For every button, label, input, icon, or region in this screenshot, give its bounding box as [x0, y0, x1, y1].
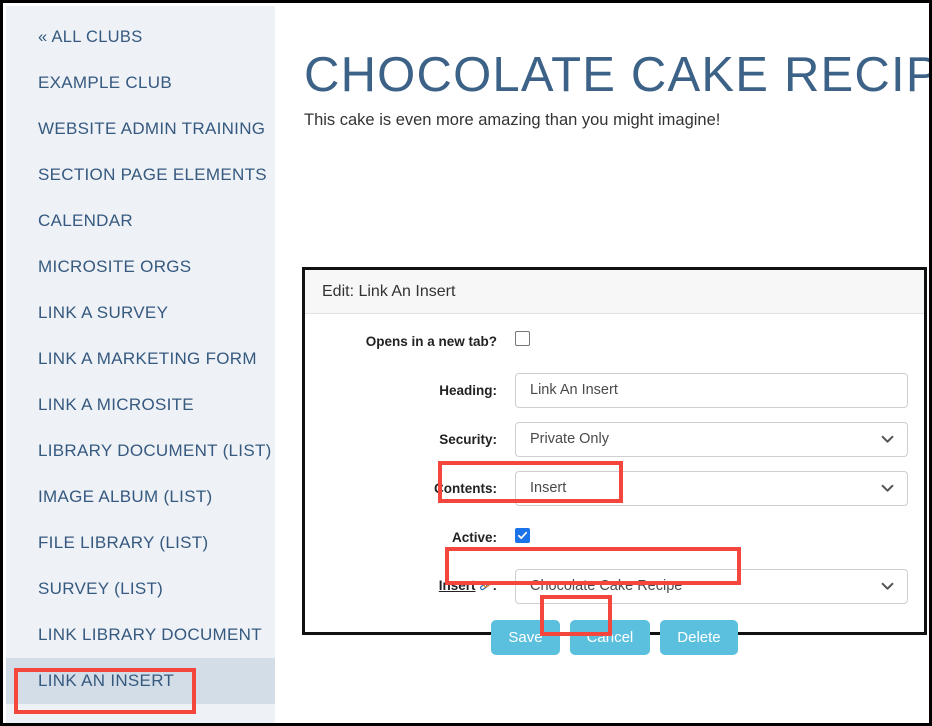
page-subtitle: This cake is even more amazing than you … [304, 110, 721, 129]
active-label: Active: [451, 529, 497, 545]
sidebar-item-label: « ALL CLUBS [38, 27, 143, 46]
sidebar-item-label: SECTION PAGE ELEMENTS [38, 165, 267, 184]
insert-select[interactable]: Chocolate Cake Recipe [515, 568, 908, 604]
form-row-insert: Insert: Chocolate Cake Recipe [305, 568, 924, 604]
sidebar-item-link-a-survey[interactable]: LINK A SURVEY [6, 290, 275, 336]
sidebar-item-microsite-orgs[interactable]: MICROSITE ORGS [6, 244, 275, 290]
security-label: Security: [439, 431, 497, 447]
app-screenshot: « ALL CLUBS EXAMPLE CLUB WEBSITE ADMIN T… [0, 0, 932, 726]
sidebar-item-label: FILE LIBRARY (LIST) [38, 533, 209, 552]
sidebar-item-image-album-list[interactable]: IMAGE ALBUM (LIST) [6, 474, 275, 520]
sidebar-item-label: LINK A SURVEY [38, 303, 169, 322]
sidebar-item-section-page-elements[interactable]: SECTION PAGE ELEMENTS [6, 152, 275, 198]
chevron-down-icon [881, 484, 894, 492]
chain-link-icon [479, 579, 492, 595]
form-row-security: Security: Private Only [305, 421, 924, 457]
sidebar-item-label: IMAGE ALBUM (LIST) [38, 487, 213, 506]
insert-control: Chocolate Cake Recipe [515, 568, 924, 604]
security-selected-value: Private Only [530, 431, 609, 447]
heading-control [515, 372, 924, 408]
security-select[interactable]: Private Only [515, 421, 908, 457]
sidebar-item-label: LINK A MARKETING FORM [38, 349, 257, 368]
contents-selected-value: Insert [530, 480, 567, 496]
form-row-heading: Heading: [305, 372, 924, 408]
insert-label-colon: : [492, 577, 498, 593]
page-title: CHOCOLATE CAKE RECIPE [304, 47, 932, 102]
active-checkbox[interactable] [515, 528, 530, 543]
new-tab-control [515, 331, 924, 351]
sidebar-item-label: SURVEY (LIST) [38, 579, 164, 598]
new-tab-checkbox[interactable] [515, 331, 530, 346]
contents-label: Contents: [434, 480, 497, 496]
form-row-new-tab: Opens in a new tab? [305, 326, 924, 356]
edit-insert-panel: Edit: Link An Insert Opens in a new tab?… [302, 267, 927, 655]
form-row-contents: Contents: Insert [305, 470, 924, 506]
form-row-active: Active: [305, 522, 924, 552]
main-content: CHOCOLATE CAKE RECIPE This cake is even … [275, 6, 929, 720]
sidebar-item-library-document-list[interactable]: LIBRARY DOCUMENT (LIST) [6, 428, 275, 474]
insert-label: Insert: [305, 578, 515, 595]
heading-input[interactable] [515, 372, 908, 408]
sidebar-item-survey-list[interactable]: SURVEY (LIST) [6, 566, 275, 612]
panel-body: Opens in a new tab? Heading: Security: [305, 314, 924, 655]
sidebar-item-label: WEBSITE ADMIN TRAINING [38, 119, 266, 138]
panel-header: Edit: Link An Insert [305, 270, 924, 314]
sidebar-item-link-a-marketing-form[interactable]: LINK A MARKETING FORM [6, 336, 275, 382]
sidebar-item-label: CALENDAR [38, 211, 133, 230]
cancel-button[interactable]: Cancel [569, 620, 651, 655]
chevron-down-icon [881, 582, 894, 590]
panel-header-title: Edit: Link An Insert [322, 282, 456, 300]
checkmark-icon [517, 531, 528, 540]
sidebar-item-link-library-document[interactable]: LINK LIBRARY DOCUMENT [6, 612, 275, 658]
security-control: Private Only [515, 421, 924, 457]
sidebar-item-label: LINK LIBRARY DOCUMENT [38, 625, 262, 644]
sidebar-item-website-admin-training[interactable]: WEBSITE ADMIN TRAINING [6, 106, 275, 152]
sidebar-item-label: LIBRARY DOCUMENT (LIST) [38, 441, 272, 460]
save-button[interactable]: Save [491, 620, 560, 655]
sidebar-item-link-an-insert[interactable]: LINK AN INSERT [6, 658, 275, 704]
sidebar-item-all-clubs[interactable]: « ALL CLUBS [6, 14, 275, 60]
insert-selected-value: Chocolate Cake Recipe [530, 578, 683, 594]
contents-control: Insert [515, 470, 924, 506]
sidebar-item-link-a-microsite[interactable]: LINK A MICROSITE [6, 382, 275, 428]
sidebar-item-calendar[interactable]: CALENDAR [6, 198, 275, 244]
chevron-down-icon [881, 435, 894, 443]
sidebar-item-label: LINK A MICROSITE [38, 395, 194, 414]
delete-button[interactable]: Delete [660, 620, 738, 655]
sidebar-item-label: EXAMPLE CLUB [38, 73, 172, 92]
active-control [515, 528, 924, 546]
sidebar-item-label: LINK AN INSERT [38, 671, 175, 690]
sidebar-item-example-club[interactable]: EXAMPLE CLUB [6, 60, 275, 106]
sidebar-item-file-library-list[interactable]: FILE LIBRARY (LIST) [6, 520, 275, 566]
new-tab-label: Opens in a new tab? [365, 333, 497, 349]
contents-select[interactable]: Insert [515, 470, 908, 506]
insert-label-text[interactable]: Insert [439, 578, 476, 593]
panel-button-row: Save Cancel Delete [305, 620, 924, 655]
heading-label: Heading: [439, 382, 497, 398]
sidebar-item-label: MICROSITE ORGS [38, 257, 192, 276]
sidebar-navigation: « ALL CLUBS EXAMPLE CLUB WEBSITE ADMIN T… [6, 6, 275, 723]
